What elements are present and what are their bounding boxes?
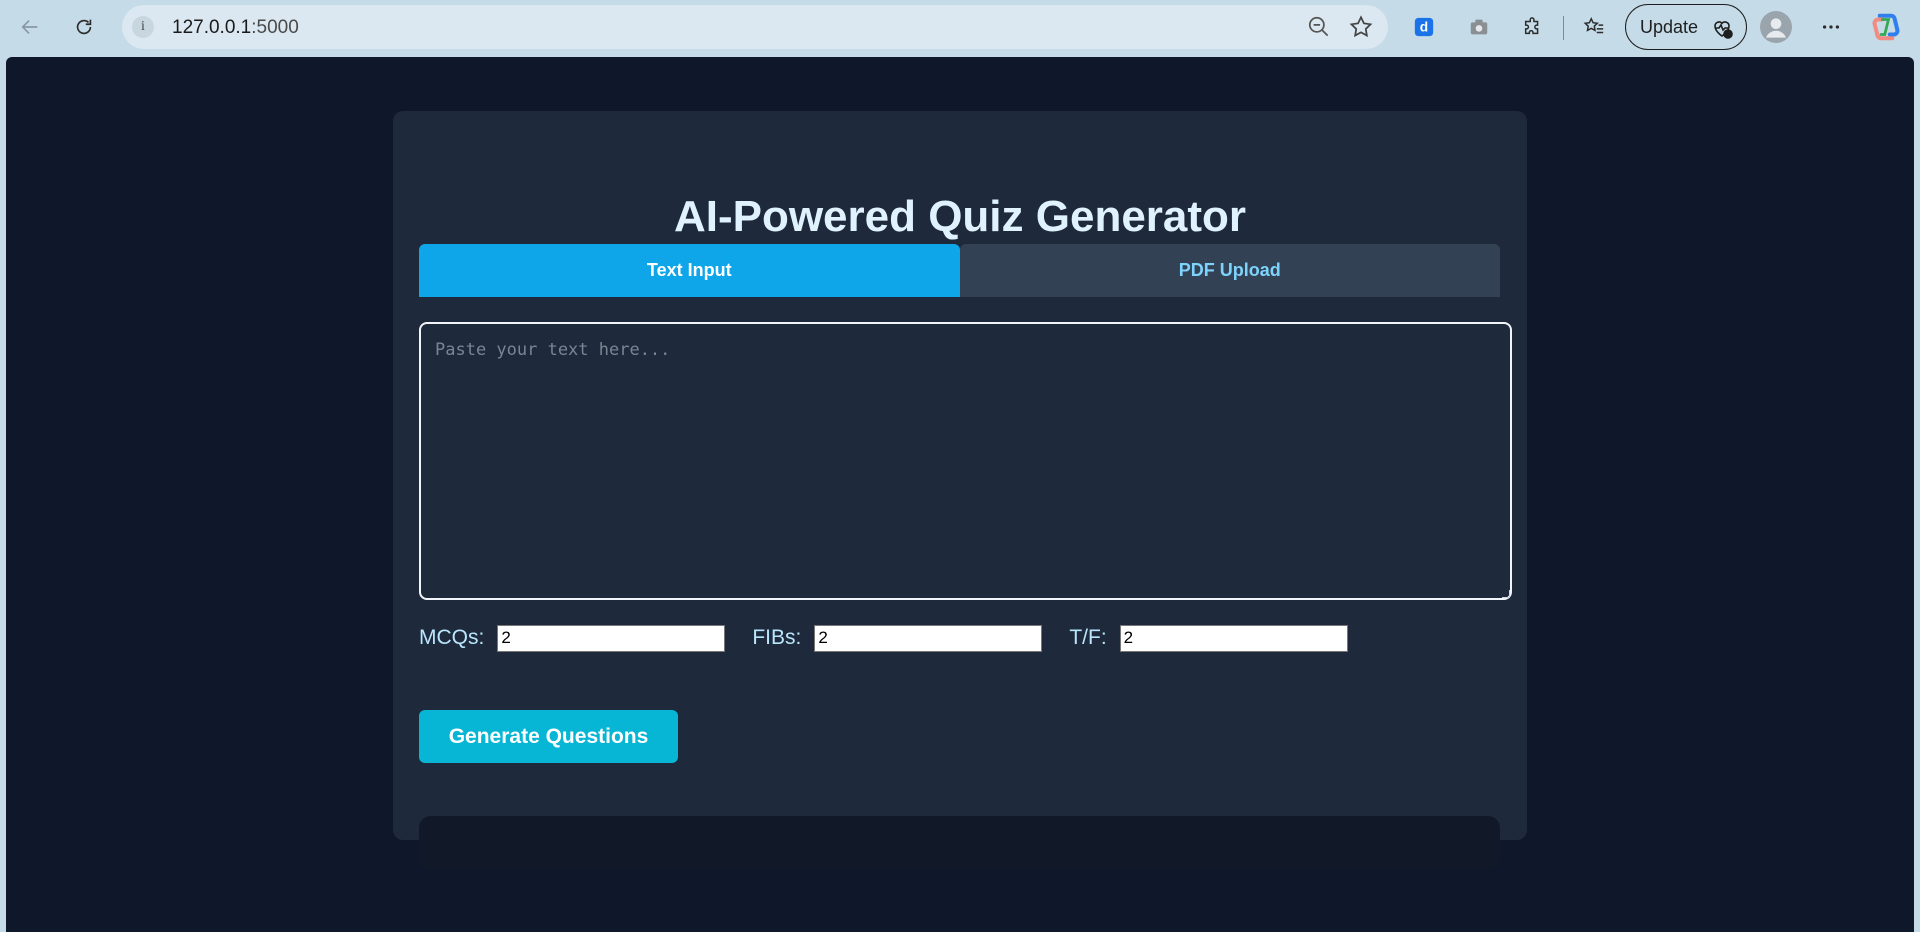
input-tabs: Text Input PDF Upload bbox=[419, 244, 1500, 297]
site-info-icon[interactable]: i bbox=[132, 16, 154, 38]
quiz-card: AI-Powered Quiz Generator Text Input PDF… bbox=[393, 111, 1527, 869]
page-title: AI-Powered Quiz Generator bbox=[673, 192, 1247, 241]
text-input-area[interactable] bbox=[419, 322, 1512, 600]
tf-count-input[interactable] bbox=[1119, 624, 1348, 652]
toolbar-separator bbox=[1563, 16, 1564, 40]
mcq-count-input[interactable] bbox=[497, 624, 726, 652]
copilot-icon[interactable] bbox=[1870, 11, 1902, 43]
output-panel bbox=[419, 816, 1500, 869]
camera-extension-icon[interactable] bbox=[1463, 11, 1495, 43]
tab-text-input[interactable]: Text Input bbox=[419, 244, 960, 297]
mcq-label: MCQs: bbox=[419, 626, 485, 649]
update-label: Update bbox=[1640, 16, 1699, 37]
url-text[interactable]: 127.0.0.1:5000 bbox=[172, 17, 299, 39]
svg-text:d: d bbox=[1420, 20, 1428, 35]
extensions-puzzle-icon[interactable] bbox=[1517, 11, 1549, 43]
tab-pdf-upload[interactable]: PDF Upload bbox=[959, 244, 1500, 297]
fib-count-input[interactable] bbox=[814, 624, 1043, 652]
browser-toolbar: i 127.0.0.1:5000 d Update bbox=[0, 0, 1920, 54]
reload-icon[interactable] bbox=[68, 11, 100, 43]
more-menu-icon[interactable] bbox=[1815, 11, 1847, 43]
zoom-out-icon[interactable] bbox=[1306, 14, 1332, 45]
address-bar[interactable]: i 127.0.0.1:5000 bbox=[122, 5, 1388, 49]
favorites-list-icon[interactable] bbox=[1578, 11, 1610, 43]
generate-questions-button[interactable]: Generate Questions bbox=[419, 710, 678, 763]
profile-avatar-icon[interactable] bbox=[1760, 11, 1792, 43]
favorite-star-icon[interactable] bbox=[1348, 14, 1374, 45]
resize-grip-icon[interactable] bbox=[1502, 590, 1510, 598]
health-heart-icon bbox=[1710, 16, 1734, 45]
fib-label: FIBs: bbox=[752, 626, 802, 649]
tf-label: T/F: bbox=[1069, 626, 1107, 649]
page-viewport: AI-Powered Quiz Generator Text Input PDF… bbox=[6, 57, 1914, 932]
extension-d-icon[interactable]: d bbox=[1408, 11, 1440, 43]
question-counts: MCQs: FIBs: T/F: bbox=[419, 624, 1375, 652]
back-arrow-icon[interactable] bbox=[14, 11, 46, 43]
update-button[interactable]: Update bbox=[1625, 4, 1747, 50]
